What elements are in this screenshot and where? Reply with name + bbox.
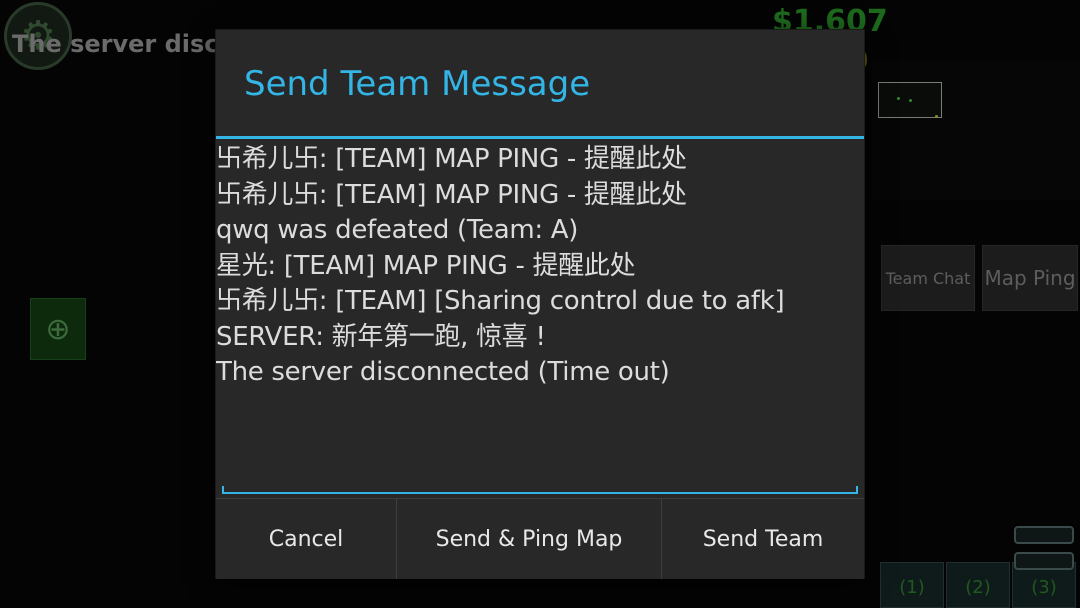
unit-track-icon — [1014, 552, 1074, 570]
minimap-viewport[interactable] — [878, 82, 942, 118]
unit-group-1[interactable]: (1) — [880, 562, 944, 608]
send-team-button[interactable]: Send Team — [661, 499, 864, 579]
zoom-icon[interactable]: ⊕ — [30, 298, 86, 360]
dialog-title: Send Team Message — [244, 64, 591, 104]
chat-line: The server disconnected (Time out) — [216, 357, 670, 387]
game-screen: ⚙ The server disco $1,607 9 Team Chat Ma… — [0, 0, 1080, 608]
send-team-message-dialog: Send Team Message 卐希儿卐: [TEAM] MAP PING … — [216, 30, 864, 579]
chat-line: 卐希儿卐: [TEAM] MAP PING - 提醒此处 — [216, 179, 687, 210]
minimap-area[interactable] — [872, 60, 1080, 200]
team-chat-button[interactable]: Team Chat — [881, 245, 975, 311]
unit-group-2[interactable]: (2) — [946, 562, 1010, 608]
cancel-button[interactable]: Cancel — [216, 499, 396, 579]
chat-line: qwq was defeated (Team: A) — [216, 215, 579, 245]
message-input[interactable] — [222, 486, 858, 494]
title-divider — [216, 136, 864, 139]
background-status-text: The server disco — [12, 30, 236, 58]
send-and-ping-map-button[interactable]: Send & Ping Map — [396, 499, 661, 579]
chat-log[interactable]: 卐希儿卐: [TEAM] MAP PING - 提醒此处 卐希儿卐: [TEAM… — [216, 142, 864, 500]
map-ping-button[interactable]: Map Ping — [982, 245, 1078, 311]
chat-line: SERVER: 新年第一跑, 惊喜 ! — [216, 321, 546, 352]
chat-line: 卐希儿卐: [TEAM] MAP PING - 提醒此处 — [216, 144, 687, 174]
chat-line: 卐希儿卐: [TEAM] [Sharing control due to afk… — [216, 286, 785, 316]
dialog-button-bar: Cancel Send & Ping Map Send Team — [216, 498, 864, 579]
chat-line: 星光: [TEAM] MAP PING - 提醒此处 — [216, 250, 636, 281]
unit-track-icon — [1014, 526, 1074, 544]
